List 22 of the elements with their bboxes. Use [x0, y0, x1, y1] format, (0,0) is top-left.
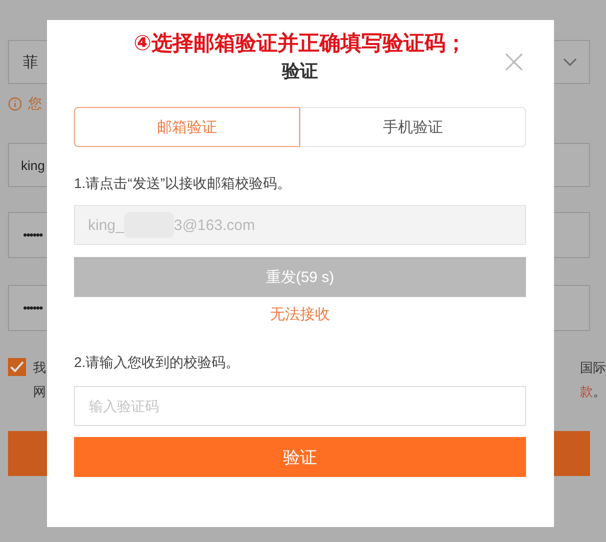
tab[interactable]: 手机验证 — [300, 107, 526, 147]
agreement-text: 国际 — [580, 359, 606, 377]
close-icon[interactable] — [505, 53, 523, 71]
chevron-down-icon — [563, 58, 577, 66]
code-field[interactable]: 输入验证码 — [74, 386, 526, 426]
agreement-text: 我 — [33, 359, 46, 377]
verify-button[interactable]: 验证 — [74, 437, 526, 477]
tab[interactable]: 邮箱验证 — [74, 107, 300, 147]
email-text: king_ — [88, 216, 124, 234]
instruction-text: 2.请输入您收到的校验码。 — [74, 353, 241, 372]
agreement-text: 。 — [593, 383, 606, 401]
agreement-text: 网 — [33, 383, 46, 401]
info-icon — [8, 97, 22, 111]
dialog-title: 验证 — [282, 61, 318, 81]
terms-link[interactable]: 款 — [580, 380, 593, 404]
annotation-text: ④选择邮箱验证并正确填写验证码； — [132, 31, 468, 57]
help-link[interactable]: 无法接收 — [270, 305, 330, 325]
instruction-text: 1.请点击“发送”以接收邮箱校验码。 — [74, 174, 292, 193]
email-field[interactable]: king_ 3@163.com — [74, 205, 526, 245]
email-text: 3@163.com — [174, 216, 255, 234]
notice-text: 您 — [28, 95, 42, 113]
checkbox[interactable] — [8, 358, 26, 376]
